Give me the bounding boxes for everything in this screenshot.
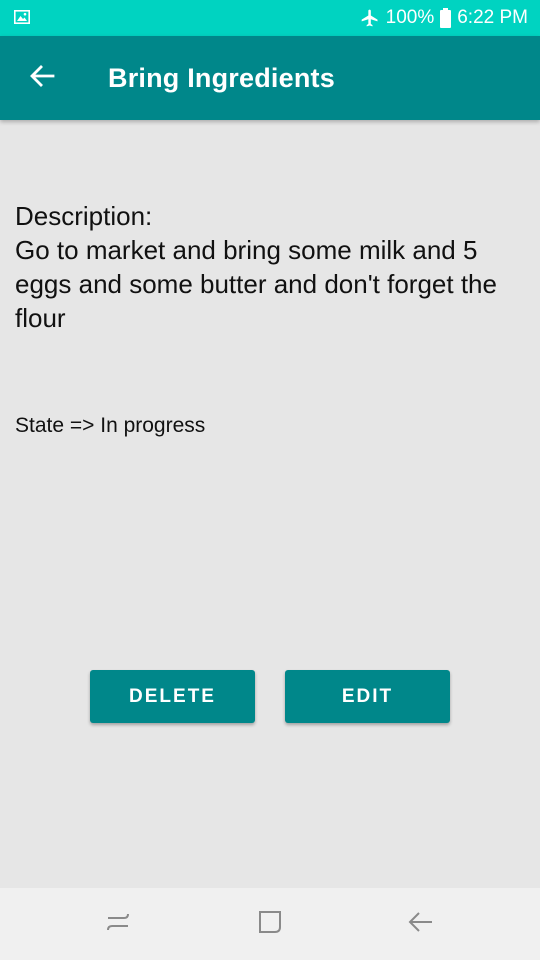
recents-button[interactable]: [102, 908, 134, 940]
back-button[interactable]: [22, 58, 62, 98]
nav-back-icon: [406, 908, 434, 941]
page-title: Bring Ingredients: [108, 62, 335, 93]
airplane-mode-icon: [360, 8, 380, 28]
screen: 100% 6:22 PM Bring Ingredients Descripti…: [0, 0, 540, 960]
status-bar: 100% 6:22 PM: [0, 0, 540, 36]
battery-icon: [440, 8, 452, 28]
gallery-icon: [14, 10, 30, 24]
status-icons: 100% 6:22 PM: [360, 0, 528, 36]
description-label: Description:: [15, 201, 153, 231]
nav-back-button[interactable]: [404, 908, 436, 940]
navigation-bar: [0, 888, 540, 960]
delete-button[interactable]: DELETE: [90, 670, 255, 723]
recents-icon: [104, 908, 132, 941]
battery-percent: 100%: [385, 7, 435, 28]
state-text: State => In progress: [15, 414, 206, 437]
description-text: Go to market and bring some milk and 5 e…: [15, 235, 497, 333]
edit-button[interactable]: EDIT: [285, 670, 450, 723]
home-icon: [256, 908, 284, 941]
clock: 6:22 PM: [457, 7, 528, 28]
app-bar: Bring Ingredients: [0, 36, 540, 120]
arrow-back-icon: [29, 64, 55, 93]
home-button[interactable]: [254, 908, 286, 940]
